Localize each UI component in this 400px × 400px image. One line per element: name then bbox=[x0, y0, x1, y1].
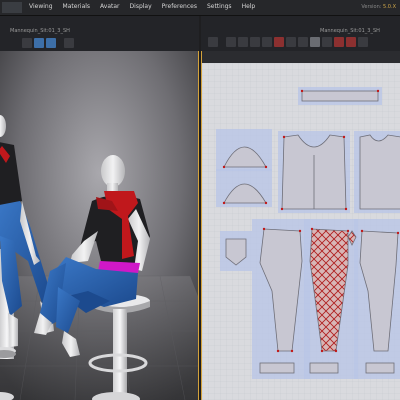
select-garment-icon[interactable] bbox=[46, 38, 56, 48]
menu-item-display[interactable]: Display bbox=[125, 3, 157, 10]
menu-item-settings[interactable]: Settings bbox=[202, 3, 237, 10]
view-tool-icon[interactable] bbox=[22, 38, 32, 48]
polygon-tool-icon[interactable] bbox=[274, 37, 284, 47]
menu-bar: Viewing Materials Avatar Display Prefere… bbox=[0, 0, 400, 16]
menu-item-avatar[interactable]: Avatar bbox=[95, 3, 124, 10]
right-pane-title: Mannequin_Sit:01_3_SH bbox=[320, 28, 380, 34]
3d-viewport[interactable] bbox=[0, 51, 199, 400]
left-pane-title: Mannequin_Sit:01_3_SH bbox=[10, 28, 70, 34]
pattern-piece-waistband[interactable] bbox=[301, 90, 379, 102]
pattern-piece-hem-2[interactable] bbox=[309, 362, 339, 374]
edit-pattern-icon[interactable] bbox=[226, 37, 236, 47]
menu-item-preferences[interactable]: Preferences bbox=[157, 3, 202, 10]
internal-line-icon[interactable] bbox=[310, 37, 320, 47]
check-sewing-icon[interactable] bbox=[358, 37, 368, 47]
transform-pattern-icon[interactable] bbox=[208, 37, 218, 47]
view-options-icon[interactable] bbox=[64, 38, 74, 48]
version-label: Version: 5.0.X bbox=[361, 4, 396, 10]
select-avatar-icon[interactable] bbox=[34, 38, 44, 48]
menu-item-help[interactable]: Help bbox=[237, 3, 261, 10]
3d-scene bbox=[0, 51, 198, 400]
menu-item-viewing[interactable]: Viewing bbox=[24, 3, 58, 10]
free-sewing-icon[interactable] bbox=[346, 37, 356, 47]
pattern-piece-hem-1[interactable] bbox=[259, 362, 295, 374]
add-point-icon[interactable] bbox=[262, 37, 272, 47]
dart-tool-icon[interactable] bbox=[322, 37, 332, 47]
segment-sewing-icon[interactable] bbox=[334, 37, 344, 47]
pattern-canvas bbox=[202, 51, 400, 400]
pattern-toolbar-row1 bbox=[208, 37, 368, 51]
pattern-piece-hem-3[interactable] bbox=[365, 362, 395, 374]
rectangle-tool-icon[interactable] bbox=[286, 37, 296, 47]
edit-curvature-icon[interactable] bbox=[250, 37, 260, 47]
circle-tool-icon[interactable] bbox=[298, 37, 308, 47]
left-toolbar bbox=[22, 38, 74, 52]
edit-point-icon[interactable] bbox=[238, 37, 248, 47]
2d-pattern-window[interactable] bbox=[201, 51, 400, 400]
pattern-piece-back-bodice[interactable] bbox=[359, 134, 400, 210]
menu-item-materials[interactable]: Materials bbox=[58, 3, 96, 10]
app-logo bbox=[2, 2, 22, 13]
